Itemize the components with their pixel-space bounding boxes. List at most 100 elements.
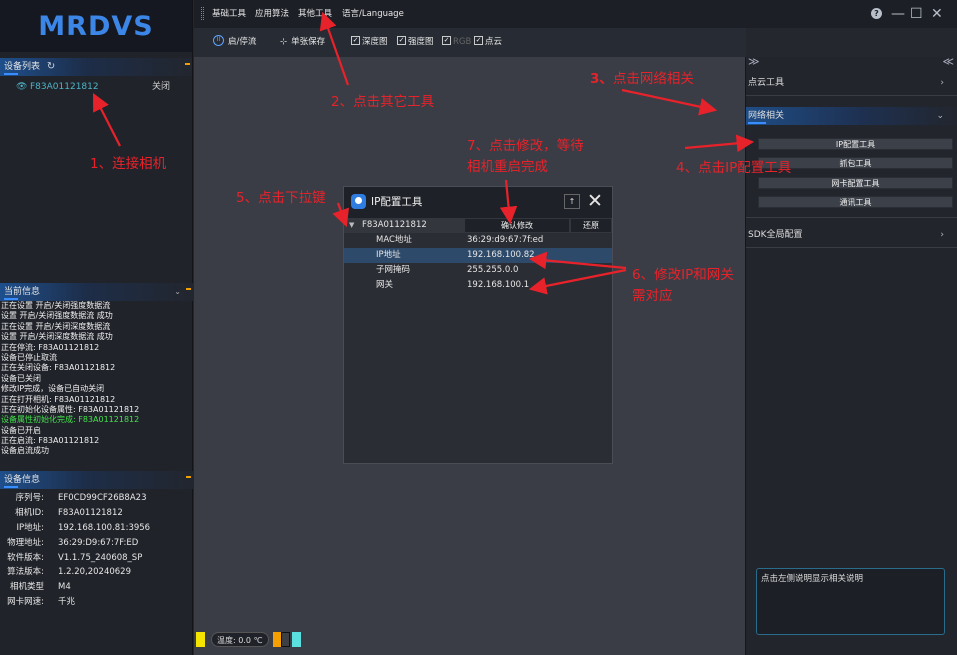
chevron-down-icon[interactable]: ▼ (349, 218, 354, 233)
pause-icon: II (213, 35, 224, 46)
info-row-camera-id: 相机ID: F83A01121812 (15, 507, 123, 518)
log-header[interactable]: 当前信息 ⌄ (0, 283, 193, 301)
color-swatch-yellow (196, 632, 205, 647)
log-line: 设备已停止取流 (1, 352, 57, 362)
close-icon[interactable]: ✕ (931, 6, 943, 22)
network-section[interactable]: 网络相关 ⌄ (746, 107, 957, 125)
pointcloud-checkbox[interactable]: ✓ 点云 (474, 28, 502, 57)
minimize-icon[interactable]: — (891, 6, 905, 22)
right-panel: ≫ ≪ 点云工具 › 网络相关 ⌄ IP配置工具 抓包工具 网卡配置工具 通讯工… (745, 55, 957, 655)
device-list-title: 设备列表 (4, 62, 41, 72)
color-swatch-orange (272, 632, 281, 647)
start-stop-stream-button[interactable]: II 启/停流 (213, 28, 256, 57)
depth-checkbox[interactable]: ✓ 深度图 (351, 28, 388, 57)
help-description-box: 点击左侧说明显示相关说明 (756, 568, 945, 635)
chevron-right-icon: › (940, 230, 944, 240)
log-line: 设备启流成功 (1, 446, 49, 456)
menu-other-tools[interactable]: 其他工具 (298, 0, 332, 28)
log-line: 正在关闭设备: F83A01121812 (1, 363, 116, 373)
checkbox-checked-icon: ✓ (442, 36, 451, 45)
right-panel-top: ≫ ≪ (746, 55, 957, 69)
ip-config-tool-button[interactable]: IP配置工具 (758, 138, 953, 150)
ip-config-dialog: IP配置工具 ↑ ✕ ▼ F83A01121812 确认修改 还原 MAC地址 3… (343, 186, 613, 464)
log-line-success: 设备属性初始化完成: F83A01121812 (1, 415, 140, 425)
dialog-body: ▼ F83A01121812 确认修改 还原 MAC地址 36:29:d9:67:… (344, 218, 612, 293)
dialog-title: IP配置工具 (371, 196, 423, 208)
chevron-down-icon[interactable]: ⌄ (174, 283, 181, 301)
dialog-row-ip[interactable]: IP地址 192.168.100.82 (344, 248, 612, 263)
collapse-double-chevron-icon[interactable]: ≪ (942, 55, 954, 68)
collapse-handle[interactable] (186, 288, 191, 290)
log-line: 正在打开相机: F83A01121812 (1, 394, 116, 404)
pin-icon[interactable]: ↑ (564, 194, 580, 209)
chevron-down-icon: ⌄ (936, 111, 944, 121)
log-line: 正在停流: F83A01121812 (1, 342, 100, 352)
log-title: 当前信息 (4, 287, 41, 297)
nic-config-tool-button[interactable]: 网卡配置工具 (758, 177, 953, 189)
log-line: 设置 开启/关闭强度数据流 成功 (1, 311, 113, 321)
device-info-title: 设备信息 (4, 475, 41, 485)
chevron-right-icon: › (940, 78, 944, 88)
info-row-serial: 序列号: EF0CD99CF26B8A23 (15, 493, 147, 503)
device-info-header[interactable]: 设备信息 (0, 471, 193, 489)
sdk-config-section[interactable]: SDK全局配置 › (746, 226, 957, 244)
log-line: 修改IP完成，设备已自动关闭 (1, 384, 105, 394)
eye-icon[interactable]: 👁 (16, 80, 27, 94)
single-save-button[interactable]: ⊹ 单张保存 (280, 28, 325, 57)
info-row-mac: 物理地址: 36:29:D9:67:7F:ED (7, 537, 139, 548)
subnet-field[interactable]: 255.255.0.0 (467, 263, 518, 278)
dialog-close-icon[interactable]: ✕ (587, 190, 603, 212)
divider (746, 217, 957, 218)
log-line: 正在启流: F83A01121812 (1, 436, 100, 446)
refresh-icon[interactable]: ↻ (47, 58, 55, 76)
log-line: 正在设置 开启/关闭深度数据流 (1, 321, 111, 331)
dialog-row-subnet[interactable]: 子网掩码 255.255.0.0 (344, 263, 612, 278)
color-swatch-gray (280, 632, 290, 647)
info-row-algorithm: 算法版本: 1.2.20,20240629 (7, 567, 132, 578)
device-list-header[interactable]: 设备列表 ↻ (0, 58, 192, 76)
comm-tool-button[interactable]: 通讯工具 (758, 196, 953, 208)
dialog-title-bar[interactable]: IP配置工具 ↑ ✕ (344, 187, 612, 218)
gateway-field[interactable]: 192.168.100.1 (467, 278, 529, 293)
temperature-label: 温度: 0.0 ℃ (211, 632, 269, 647)
ip-field[interactable]: 192.168.100.82 (467, 248, 535, 263)
pointcloud-tools-section[interactable]: 点云工具 › (746, 74, 957, 92)
packet-capture-tool-button[interactable]: 抓包工具 (758, 157, 953, 169)
dialog-row-gateway[interactable]: 网关 192.168.100.1 (344, 278, 612, 293)
crosshair-icon: ⊹ (280, 37, 288, 47)
help-icon[interactable]: ? (871, 8, 882, 19)
menu-language[interactable]: 语言/Language (342, 0, 404, 28)
info-row-ip: IP地址: 192.168.100.81:3956 (16, 522, 151, 533)
info-row-nic-speed: 网卡网速: 千兆 (7, 597, 76, 608)
confirm-modify-button[interactable]: 确认修改 (465, 219, 569, 232)
device-info-list: 序列号: EF0CD99CF26B8A23 相机ID: F83A01121812 I… (0, 491, 192, 610)
divider (746, 247, 957, 248)
menu-basic-tools[interactable]: 基础工具 (212, 0, 246, 28)
collapse-handle[interactable] (186, 476, 191, 478)
checkbox-checked-icon: ✓ (397, 36, 406, 45)
log-line: 设备已关闭 (1, 373, 41, 383)
section-underline (748, 122, 766, 124)
device-list-item[interactable]: 👁 F83A01121812 关闭 (0, 80, 192, 94)
intensity-checkbox[interactable]: ✓ 强度图 (397, 28, 434, 57)
expand-double-chevron-icon[interactable]: ≫ (748, 55, 760, 68)
collapse-handle[interactable] (185, 63, 190, 65)
log-list: 正在设置 开启/关闭强度数据流 设置 开启/关闭强度数据流 成功 正在设置 开启… (0, 301, 192, 461)
log-line: 正在初始化设备属性: F83A01121812 (1, 404, 140, 414)
log-line: 设备已开启 (1, 425, 41, 435)
temperature-bar: 温度: 0.0 ℃ (196, 631, 301, 648)
rgb-checkbox[interactable]: ✓ RGB (442, 28, 471, 57)
log-line: 正在设置 开启/关闭强度数据流 (1, 301, 111, 310)
restore-button[interactable]: 还原 (571, 219, 611, 232)
device-serial: F83A01121812 (30, 82, 99, 92)
section-underline (4, 486, 18, 488)
grip-handle[interactable] (201, 7, 204, 20)
section-underline (4, 298, 18, 300)
left-panel: MRDVS 设备列表 ↻ 👁 F83A01121812 关闭 当前信息 ⌄ 正在… (0, 0, 193, 655)
divider (746, 95, 957, 96)
menu-algorithms[interactable]: 应用算法 (255, 0, 289, 28)
maximize-icon[interactable]: ☐ (910, 6, 923, 22)
section-underline (4, 73, 18, 75)
info-row-software: 软件版本: V1.1.75_240608_SP (7, 552, 143, 563)
device-tree-row[interactable]: ▼ F83A01121812 确认修改 还原 (344, 218, 612, 233)
